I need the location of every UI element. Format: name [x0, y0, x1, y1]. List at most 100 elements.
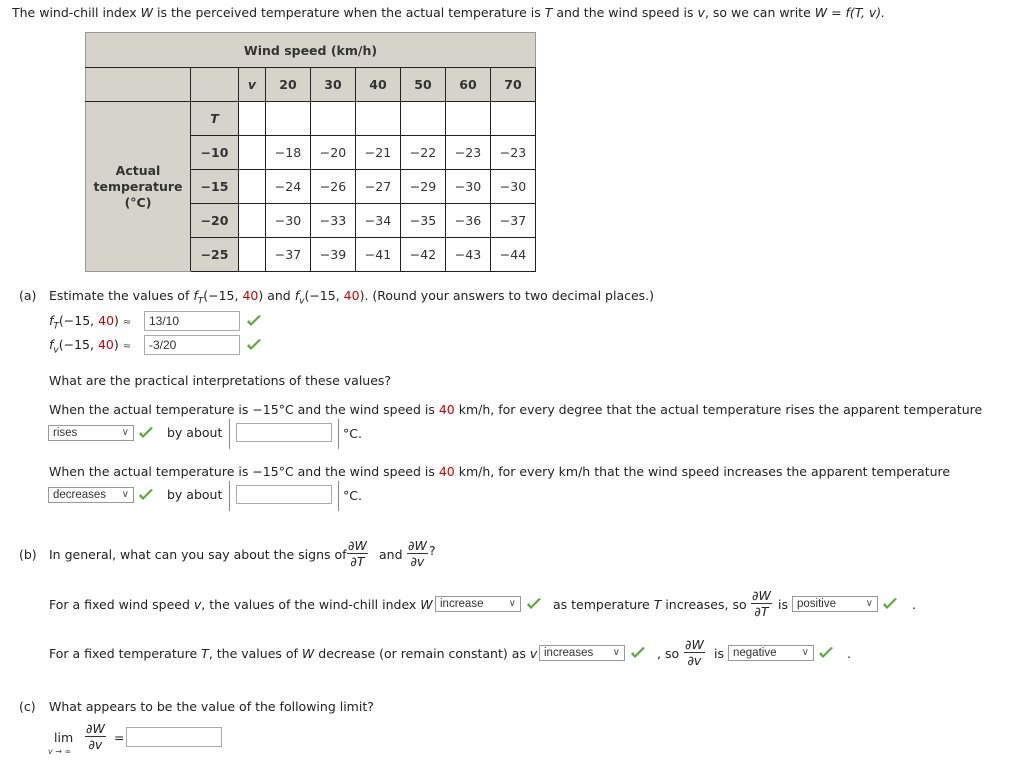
table-cell: −36 [445, 203, 491, 238]
empty-cell [490, 101, 536, 136]
numerator: ∂W [684, 637, 705, 653]
chevron-down-icon: ∨ [865, 598, 873, 609]
denominator: ∂v [687, 653, 702, 668]
empty-cell [238, 135, 266, 170]
select-value: negative [733, 647, 777, 659]
sign-statement-1: For a fixed wind speed v, the values of … [49, 597, 433, 612]
wind-chill-table: Wind speed (km/h) v 20 30 40 50 60 70 Ac… [85, 32, 536, 272]
W-change-select[interactable]: increase ∨ [435, 596, 521, 612]
denominator: ∂T [350, 554, 365, 569]
subscript-T: T [53, 321, 59, 332]
empty-cell [238, 169, 266, 204]
by-about-label: by about [167, 425, 223, 440]
table-cell: −39 [310, 237, 356, 272]
empty-cell [265, 101, 311, 136]
speed-header: 50 [400, 67, 446, 102]
empty-cell [355, 101, 401, 136]
problem-intro: The wind-chill index W is the perceived … [12, 5, 885, 20]
table-cell: −30 [490, 169, 536, 204]
part-a-label: (a) [19, 288, 37, 303]
var-T: T [201, 646, 209, 661]
table-cell: −44 [490, 237, 536, 272]
partial-W-over-T: ∂W ∂T [751, 588, 772, 619]
denominator: ∂v [410, 554, 425, 569]
numerator: ∂W [751, 588, 772, 604]
table-cell: −35 [400, 203, 446, 238]
table-cell: −37 [265, 237, 311, 272]
period: . [912, 597, 916, 612]
intro-text: , so we can write [704, 5, 815, 20]
table-cell: −37 [490, 203, 536, 238]
by-about-label: by about [167, 487, 223, 502]
question-text: Estimate the values of [49, 288, 194, 303]
fT-answer-input[interactable] [144, 311, 240, 331]
empty-cell [445, 101, 491, 136]
speed-header: 40 [355, 67, 401, 102]
speed-value: 40 [438, 402, 455, 417]
select-value: increases [544, 647, 594, 659]
speed-value: 40 [438, 464, 455, 479]
sign-statement-1-cont: as temperature T increases, so [553, 597, 747, 612]
var-W: W [301, 646, 315, 661]
dW-dv-sign-select[interactable]: negative ∨ [728, 645, 814, 661]
amount-2-input[interactable] [236, 485, 332, 504]
numerator: ∂W [85, 721, 106, 737]
table-cell: −23 [445, 135, 491, 170]
question-mark: ? [429, 543, 436, 558]
label-line: Actual [115, 162, 161, 178]
partial-W-over-v: ∂W ∂v [407, 538, 428, 569]
is-text: is [714, 646, 724, 661]
amount-1-input[interactable] [236, 423, 332, 442]
v-change-select[interactable]: increases ∨ [539, 645, 625, 661]
speed-header-row: v 20 30 40 50 60 70 [85, 67, 536, 102]
table-cell: −42 [400, 237, 446, 272]
empty-cell [238, 203, 266, 238]
point-T: −15, [63, 337, 98, 352]
select-value: increase [440, 598, 484, 610]
question-text: . (Round your answers to two decimal pla… [364, 288, 655, 303]
empty-cell [238, 237, 266, 272]
so-text: , so [657, 646, 680, 661]
fv-expression: fv(−15, 40) ≈ [49, 337, 132, 356]
intro-text: and the wind speed is [552, 5, 698, 20]
check-icon [139, 489, 153, 500]
point-T: −15, [208, 288, 243, 303]
part-b-question: In general, what can you say about the s… [49, 547, 347, 562]
dW-dT-sign-select[interactable]: positive ∨ [792, 596, 878, 612]
divider [229, 481, 230, 511]
check-icon [883, 598, 897, 609]
chevron-down-icon: ∨ [801, 647, 809, 658]
limit-answer-input[interactable] [126, 727, 222, 747]
table-cell: −43 [445, 237, 491, 272]
intro-text: is the perceived temperature when the ac… [153, 5, 545, 20]
unit-label: °C. [343, 426, 362, 441]
numerator: ∂W [407, 538, 428, 554]
interp-text: When the actual temperature is −15°C and… [49, 464, 439, 479]
divider [229, 419, 230, 449]
point-v: 40 [97, 337, 114, 352]
check-icon [247, 315, 261, 326]
empty-cell [238, 101, 266, 136]
chevron-down-icon: ∨ [121, 427, 129, 438]
table-cell: −30 [265, 203, 311, 238]
interpretation-1-text: When the actual temperature is −15°C and… [49, 402, 982, 417]
fv-answer-input[interactable] [144, 335, 240, 355]
temp-header: −25 [190, 237, 239, 272]
temp-header: −10 [190, 135, 239, 170]
point-v: 40 [98, 313, 115, 328]
part-b-label: (b) [19, 547, 37, 562]
interpretation-1-select[interactable]: rises ∨ [48, 425, 134, 441]
divider [338, 419, 339, 449]
check-icon [631, 647, 645, 658]
lim-subscript: v → ∞ [48, 747, 72, 756]
and-text: and [379, 547, 403, 562]
empty-cell [310, 101, 356, 136]
point-T: −15, [309, 288, 344, 303]
check-icon [139, 427, 153, 438]
check-icon [247, 339, 261, 350]
table-cell: −27 [355, 169, 401, 204]
approx-symbol: ≈ [122, 317, 132, 328]
table-cell: −21 [355, 135, 401, 170]
sign-statement-2: For a fixed temperature T, the values of… [49, 646, 537, 661]
interpretation-2-select[interactable]: decreases ∨ [48, 487, 134, 503]
